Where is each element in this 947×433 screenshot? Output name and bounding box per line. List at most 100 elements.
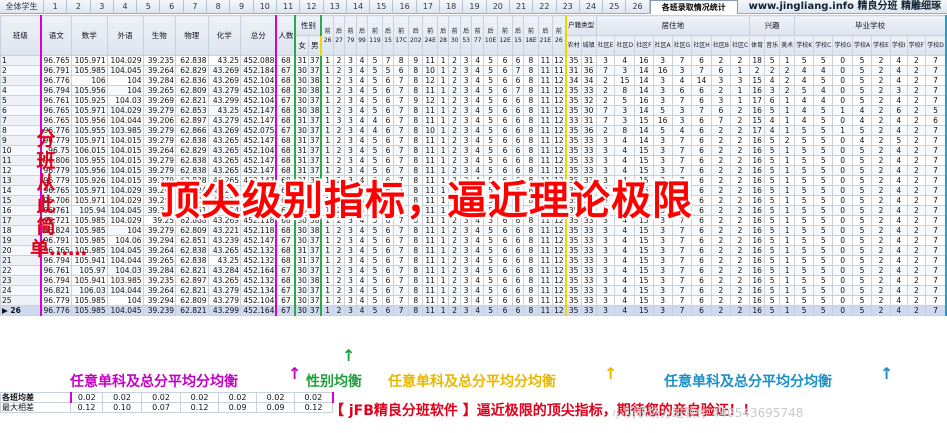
score-cell[interactable]: 104.045 xyxy=(106,205,144,216)
rank-cell[interactable]: 7 xyxy=(393,305,410,316)
rank-cell[interactable]: 12 xyxy=(552,255,567,266)
hukou-cell[interactable]: 33 xyxy=(580,235,597,246)
rank-cell[interactable]: 1 xyxy=(436,235,450,246)
residence-cell[interactable]: 7 xyxy=(671,155,693,166)
residence-cell[interactable]: 2 xyxy=(729,265,751,276)
interest-cell[interactable]: 1 xyxy=(779,125,796,136)
residence-cell[interactable]: 14 xyxy=(634,85,654,96)
rank-cell[interactable]: 4 xyxy=(355,135,369,146)
residence-cell[interactable]: 4 xyxy=(671,75,693,86)
interest-cell[interactable]: 15 xyxy=(749,75,766,86)
school-cell[interactable]: 2 xyxy=(871,105,891,116)
score-cell[interactable]: 452.164 xyxy=(240,305,278,316)
rank-cell[interactable]: 6 xyxy=(511,125,525,136)
rank-cell[interactable]: 12 xyxy=(552,135,567,146)
rank-cell[interactable]: 1 xyxy=(320,105,334,116)
score-cell[interactable]: 43.279 xyxy=(207,285,242,296)
residence-cell[interactable]: 2 xyxy=(710,305,731,316)
rank-cell[interactable]: 6 xyxy=(497,235,513,246)
rank-cell[interactable]: 1 xyxy=(320,65,334,76)
rank-cell[interactable]: 2 xyxy=(332,265,346,276)
school-cell[interactable]: 4 xyxy=(889,295,908,306)
table-row[interactable]: 20 96.765 105.985 104.045 39.264 62.838 43.265… xyxy=(0,245,947,256)
count-cell[interactable]: 68 xyxy=(275,145,296,156)
rank-cell[interactable]: 1 xyxy=(320,75,334,86)
interest-cell[interactable]: 16 xyxy=(749,305,766,316)
rank-cell[interactable]: 3 xyxy=(459,225,473,236)
rank-cell[interactable]: 2 xyxy=(332,155,346,166)
hukou-cell[interactable]: 33 xyxy=(580,85,597,96)
rank-cell[interactable]: 1 xyxy=(436,55,450,66)
school-cell[interactable]: 2 xyxy=(871,195,891,206)
tab-class-18[interactable]: 18 xyxy=(440,0,464,14)
male-cell[interactable]: 37 xyxy=(307,155,323,166)
residence-cell[interactable]: 15 xyxy=(634,115,654,126)
rank-cell[interactable]: 7 xyxy=(511,85,525,96)
score-cell[interactable]: 96.791 xyxy=(39,65,72,76)
score-cell[interactable]: 104.015 xyxy=(106,165,144,176)
score-cell[interactable]: 452.147 xyxy=(240,115,278,126)
residence-cell[interactable]: 6 xyxy=(691,205,712,216)
school-cell[interactable]: 5 xyxy=(813,115,834,126)
rank-cell[interactable]: 11 xyxy=(537,95,554,106)
rank-cell[interactable]: 11 xyxy=(537,245,554,256)
table-row[interactable]: 5 96.761 105.925 104.03 39.269 62.821 43.299 45… xyxy=(0,95,947,106)
school-cell[interactable]: 4 xyxy=(813,65,834,76)
male-cell[interactable]: 38 xyxy=(307,85,323,96)
rank-cell[interactable]: 6 xyxy=(381,115,395,126)
rank-cell[interactable]: 11 xyxy=(422,235,438,246)
tab-class-16[interactable]: 16 xyxy=(393,0,417,14)
score-cell[interactable]: 103.985 xyxy=(106,275,144,286)
female-cell[interactable]: 30 xyxy=(294,75,309,86)
score-cell[interactable]: 104.045 xyxy=(106,65,144,76)
score-cell[interactable]: 39.206 xyxy=(142,115,177,126)
residence-cell[interactable]: 2 xyxy=(729,155,751,166)
interest-cell[interactable]: 5 xyxy=(764,195,781,206)
score-cell[interactable]: 452.147 xyxy=(240,155,278,166)
school-cell[interactable]: 5 xyxy=(794,285,815,296)
male-cell[interactable]: 37 xyxy=(307,265,323,276)
residence-cell[interactable]: 4 xyxy=(614,55,636,66)
score-cell[interactable]: 39.279 xyxy=(142,225,177,236)
rank-cell[interactable]: 5 xyxy=(482,255,499,266)
score-cell[interactable]: 452.147 xyxy=(240,235,278,246)
tab-class-17[interactable]: 17 xyxy=(417,0,441,14)
score-cell[interactable]: 39.264 xyxy=(142,245,177,256)
residence-cell[interactable]: 2 xyxy=(729,185,751,196)
row-class-number[interactable]: 7 xyxy=(0,115,42,126)
school-cell[interactable]: 0 xyxy=(832,155,853,166)
tab-class-20[interactable]: 20 xyxy=(487,0,510,14)
rank-cell[interactable]: 3 xyxy=(459,95,473,106)
interest-cell[interactable]: 1 xyxy=(779,95,796,106)
residence-cell[interactable]: 3 xyxy=(671,65,693,76)
school-cell[interactable]: 5 xyxy=(851,245,873,256)
interest-cell[interactable]: 5 xyxy=(764,255,781,266)
interest-cell[interactable]: 5 xyxy=(764,265,781,276)
rank-cell[interactable]: 5 xyxy=(482,245,499,256)
interest-cell[interactable]: 16 xyxy=(749,105,766,116)
rank-cell[interactable]: 8 xyxy=(523,125,539,136)
interest-cell[interactable]: 1 xyxy=(779,245,796,256)
school-cell[interactable]: 2 xyxy=(871,165,891,176)
residence-cell[interactable]: 5 xyxy=(652,105,673,116)
score-cell[interactable]: 104.045 xyxy=(106,305,144,316)
school-cell[interactable]: 4 xyxy=(889,75,908,86)
rank-cell[interactable]: 3 xyxy=(344,295,357,306)
score-cell[interactable]: 105.926 xyxy=(70,175,108,186)
school-cell[interactable]: 2 xyxy=(906,265,927,276)
rank-cell[interactable]: 4 xyxy=(471,235,484,246)
interest-cell[interactable]: 5 xyxy=(764,145,781,156)
school-cell[interactable]: 4 xyxy=(889,255,908,266)
residence-cell[interactable]: 7 xyxy=(671,295,693,306)
male-cell[interactable]: 37 xyxy=(307,135,323,146)
residence-cell[interactable]: 5 xyxy=(614,95,636,106)
rank-cell[interactable]: 11 xyxy=(537,135,554,146)
tab-class-5[interactable]: 5 xyxy=(137,0,161,14)
rank-cell[interactable]: 11 xyxy=(422,105,438,116)
tab-admission-stats[interactable]: 各班录取情况统计 xyxy=(649,0,738,14)
residence-cell[interactable]: 4 xyxy=(614,275,636,286)
score-cell[interactable]: 106.03 xyxy=(70,285,108,296)
school-cell[interactable]: 2 xyxy=(871,115,891,126)
residence-cell[interactable]: 2 xyxy=(710,245,731,256)
rank-cell[interactable]: 8 xyxy=(408,85,424,96)
